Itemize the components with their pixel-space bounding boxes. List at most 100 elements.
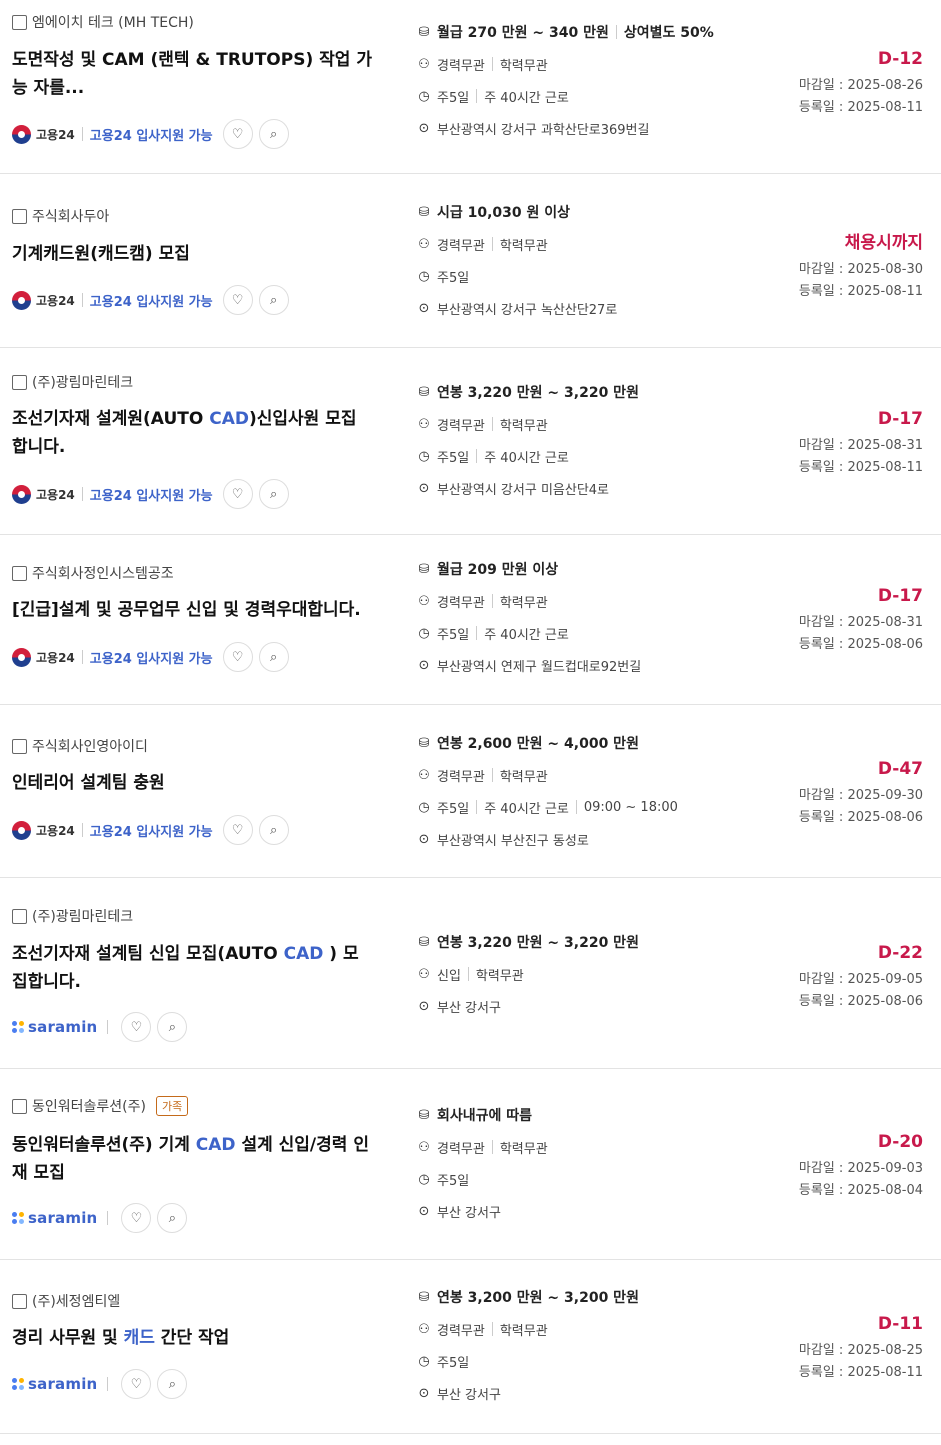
company-name[interactable]: 주식회사정인시스템공조 [32, 563, 174, 583]
company-row: 동인워터솔루션(주) 가족 [12, 1096, 189, 1116]
education-value: 학력무관 [499, 1323, 548, 1339]
location-pin-icon: ⊙ [418, 657, 430, 673]
registered-date: 등록일 : 2025-08-06 [798, 810, 923, 825]
search-button[interactable]: ⌕ [157, 1369, 188, 1399]
search-button[interactable]: ⌕ [258, 642, 289, 672]
job-title[interactable]: 경리 사무원 및 캐드 간단 작업 [12, 1324, 372, 1352]
job-title[interactable]: 조선기자재 설계원(AUTO CAD)신입사원 모집합니다. [12, 405, 372, 461]
favorite-button[interactable]: ♡ [121, 1012, 152, 1042]
heart-icon: ♡ [231, 126, 244, 142]
favorite-button[interactable]: ♡ [121, 1203, 152, 1233]
experience-value: 신입 [437, 968, 461, 984]
favorite-button[interactable]: ♡ [222, 119, 253, 149]
search-icon: ⌕ [269, 486, 278, 502]
select-checkbox[interactable] [12, 208, 27, 224]
deadline-date: 마감일 : 2025-08-30 [798, 262, 923, 277]
select-checkbox[interactable] [12, 1098, 27, 1114]
company-name[interactable]: 동인워터솔루션(주) [32, 1096, 146, 1116]
apply-support-label[interactable]: 고용24 입사지원 가능 [90, 125, 213, 144]
search-icon: ⌕ [269, 822, 278, 838]
job-card[interactable]: 동인워터솔루션(주) 가족 동인워터솔루션(주) 기계 CAD 설계 신입/경력… [0, 1069, 941, 1260]
schedule-value: 주5일 [437, 801, 470, 817]
company-row: 엠에이치 테크 (MH TECH) [12, 12, 194, 32]
coin-icon: ⛁ [418, 735, 430, 751]
schedule-hours: 주 40시간 근로 [484, 90, 569, 106]
job-info: ⛁ 연봉 2,600 만원 ~ 4,000 만원 ⚇ 경력무관 학력무관 ◷ 주5일 주 … [416, 727, 678, 855]
job-title[interactable]: 조선기자재 설계팀 신입 모집(AUTO CAD ) 모집합니다. [12, 940, 372, 996]
job-title[interactable]: 도면작성 및 CAM (랜텍 & TRUTOPS) 작업 가능 자를... [12, 46, 372, 102]
keyword-highlight: 캐드 [123, 1328, 155, 1348]
company-name[interactable]: (주)광림마린테크 [32, 372, 133, 392]
select-checkbox[interactable] [12, 908, 27, 924]
job-card[interactable]: (주)광림마린테크 조선기자재 설계팀 신입 모집(AUTO CAD ) 모집합… [0, 878, 941, 1069]
pay-value: 연봉 2,600 만원 ~ 4,000 만원 [437, 736, 639, 752]
experience-value: 경력무관 [437, 769, 485, 785]
job-card[interactable]: (주)세정엠티엘 경리 사무원 및 캐드 간단 작업 saramin ♡ ⌕ ⛁… [0, 1260, 941, 1434]
search-button[interactable]: ⌕ [157, 1012, 188, 1042]
divider [107, 1211, 109, 1225]
favorite-button[interactable]: ♡ [222, 479, 253, 509]
search-button[interactable]: ⌕ [258, 479, 289, 509]
source-row: 고용24 고용24 입사지원 가능 ♡ ⌕ [12, 642, 289, 672]
job-card[interactable]: 주식회사정인시스템공조 [긴급]설계 및 공무업무 신입 및 경력우대합니다. … [0, 535, 941, 705]
schedule-value: 주5일 [437, 1173, 470, 1189]
select-checkbox[interactable] [12, 14, 27, 30]
company-name[interactable]: (주)세정엠티엘 [32, 1291, 120, 1311]
keyword-highlight: CAD [195, 1135, 236, 1155]
apply-support-label[interactable]: 고용24 입사지원 가능 [90, 648, 213, 667]
favorite-button[interactable]: ♡ [121, 1369, 152, 1399]
select-checkbox[interactable] [12, 1293, 27, 1309]
select-checkbox[interactable] [12, 374, 27, 390]
search-icon: ⌕ [168, 1210, 177, 1226]
select-checkbox[interactable] [12, 738, 27, 754]
job-info: ⛁ 월급 270 만원 ~ 340 만원 상여별도 50% ⚇ 경력무관 학력무관 ◷ 주… [416, 16, 714, 144]
location-value: 부산광역시 부산진구 동성로 [437, 833, 589, 849]
schedule-row: ◷ 주5일 주 40시간 근로 [416, 617, 641, 649]
job-info: ⛁ 회사내규에 따름 ⚇ 경력무관 학력무관 ◷ 주5일 ⊙ 부산 강서구 [416, 1099, 548, 1227]
favorite-button[interactable]: ♡ [222, 642, 253, 672]
job-title[interactable]: [긴급]설계 및 공무업무 신입 및 경력우대합니다. [12, 596, 372, 624]
requirement-row: ⚇ 경력무관 학력무관 [416, 1313, 639, 1345]
person-icon: ⚇ [418, 593, 430, 609]
search-button[interactable]: ⌕ [258, 119, 289, 149]
clock-icon: ◷ [418, 448, 430, 464]
search-button[interactable]: ⌕ [258, 285, 289, 315]
search-button[interactable]: ⌕ [157, 1203, 188, 1233]
search-button[interactable]: ⌕ [258, 815, 289, 845]
apply-support-label[interactable]: 고용24 입사지원 가능 [90, 821, 213, 840]
company-name[interactable]: 주식회사두아 [32, 206, 109, 226]
saramin-logo-icon [12, 1378, 24, 1390]
apply-support-label[interactable]: 고용24 입사지원 가능 [90, 485, 213, 504]
select-checkbox[interactable] [12, 565, 27, 581]
job-title[interactable]: 기계캐드원(캐드캠) 모집 [12, 240, 372, 268]
company-name[interactable]: 주식회사인영아이디 [32, 736, 148, 756]
favorite-button[interactable]: ♡ [222, 815, 253, 845]
requirement-row: ⚇ 경력무관 학력무관 [416, 585, 641, 617]
saramin-label: saramin [28, 1375, 98, 1393]
location-value: 부산 강서구 [437, 1205, 501, 1221]
goyong24-label: 고용24 [36, 487, 75, 502]
heart-icon: ♡ [130, 1210, 143, 1226]
clock-icon: ◷ [418, 1171, 430, 1187]
job-card[interactable]: (주)광림마린테크 조선기자재 설계원(AUTO CAD)신입사원 모집합니다.… [0, 348, 941, 535]
schedule-hours: 주 40시간 근로 [484, 450, 569, 466]
person-icon: ⚇ [418, 236, 430, 252]
job-title[interactable]: 동인워터솔루션(주) 기계 CAD 설계 신입/경력 인재 모집 [12, 1131, 372, 1187]
education-value: 학력무관 [499, 418, 548, 434]
experience-value: 경력무관 [437, 58, 485, 74]
job-card[interactable]: 엠에이치 테크 (MH TECH) 도면작성 및 CAM (랜텍 & TRUTO… [0, 0, 941, 174]
job-card[interactable]: 주식회사인영아이디 인테리어 설계팀 충원 고용24 고용24 입사지원 가능 … [0, 705, 941, 878]
job-title[interactable]: 인테리어 설계팀 충원 [12, 769, 372, 797]
job-card[interactable]: 주식회사두아 기계캐드원(캐드캠) 모집 고용24 고용24 입사지원 가능 ♡… [0, 174, 941, 348]
company-row: (주)광림마린테크 [12, 372, 133, 392]
company-name[interactable]: (주)광림마린테크 [32, 906, 133, 926]
apply-support-label[interactable]: 고용24 입사지원 가능 [90, 291, 213, 310]
coin-icon: ⛁ [418, 384, 430, 400]
source-row: saramin ♡ ⌕ [12, 1369, 188, 1399]
divider [81, 293, 83, 307]
heart-icon: ♡ [231, 649, 244, 665]
location-value: 부산광역시 강서구 과학산단로369번길 [437, 122, 650, 138]
saramin-label: saramin [28, 1018, 98, 1036]
company-name[interactable]: 엠에이치 테크 (MH TECH) [32, 12, 194, 32]
favorite-button[interactable]: ♡ [222, 285, 253, 315]
